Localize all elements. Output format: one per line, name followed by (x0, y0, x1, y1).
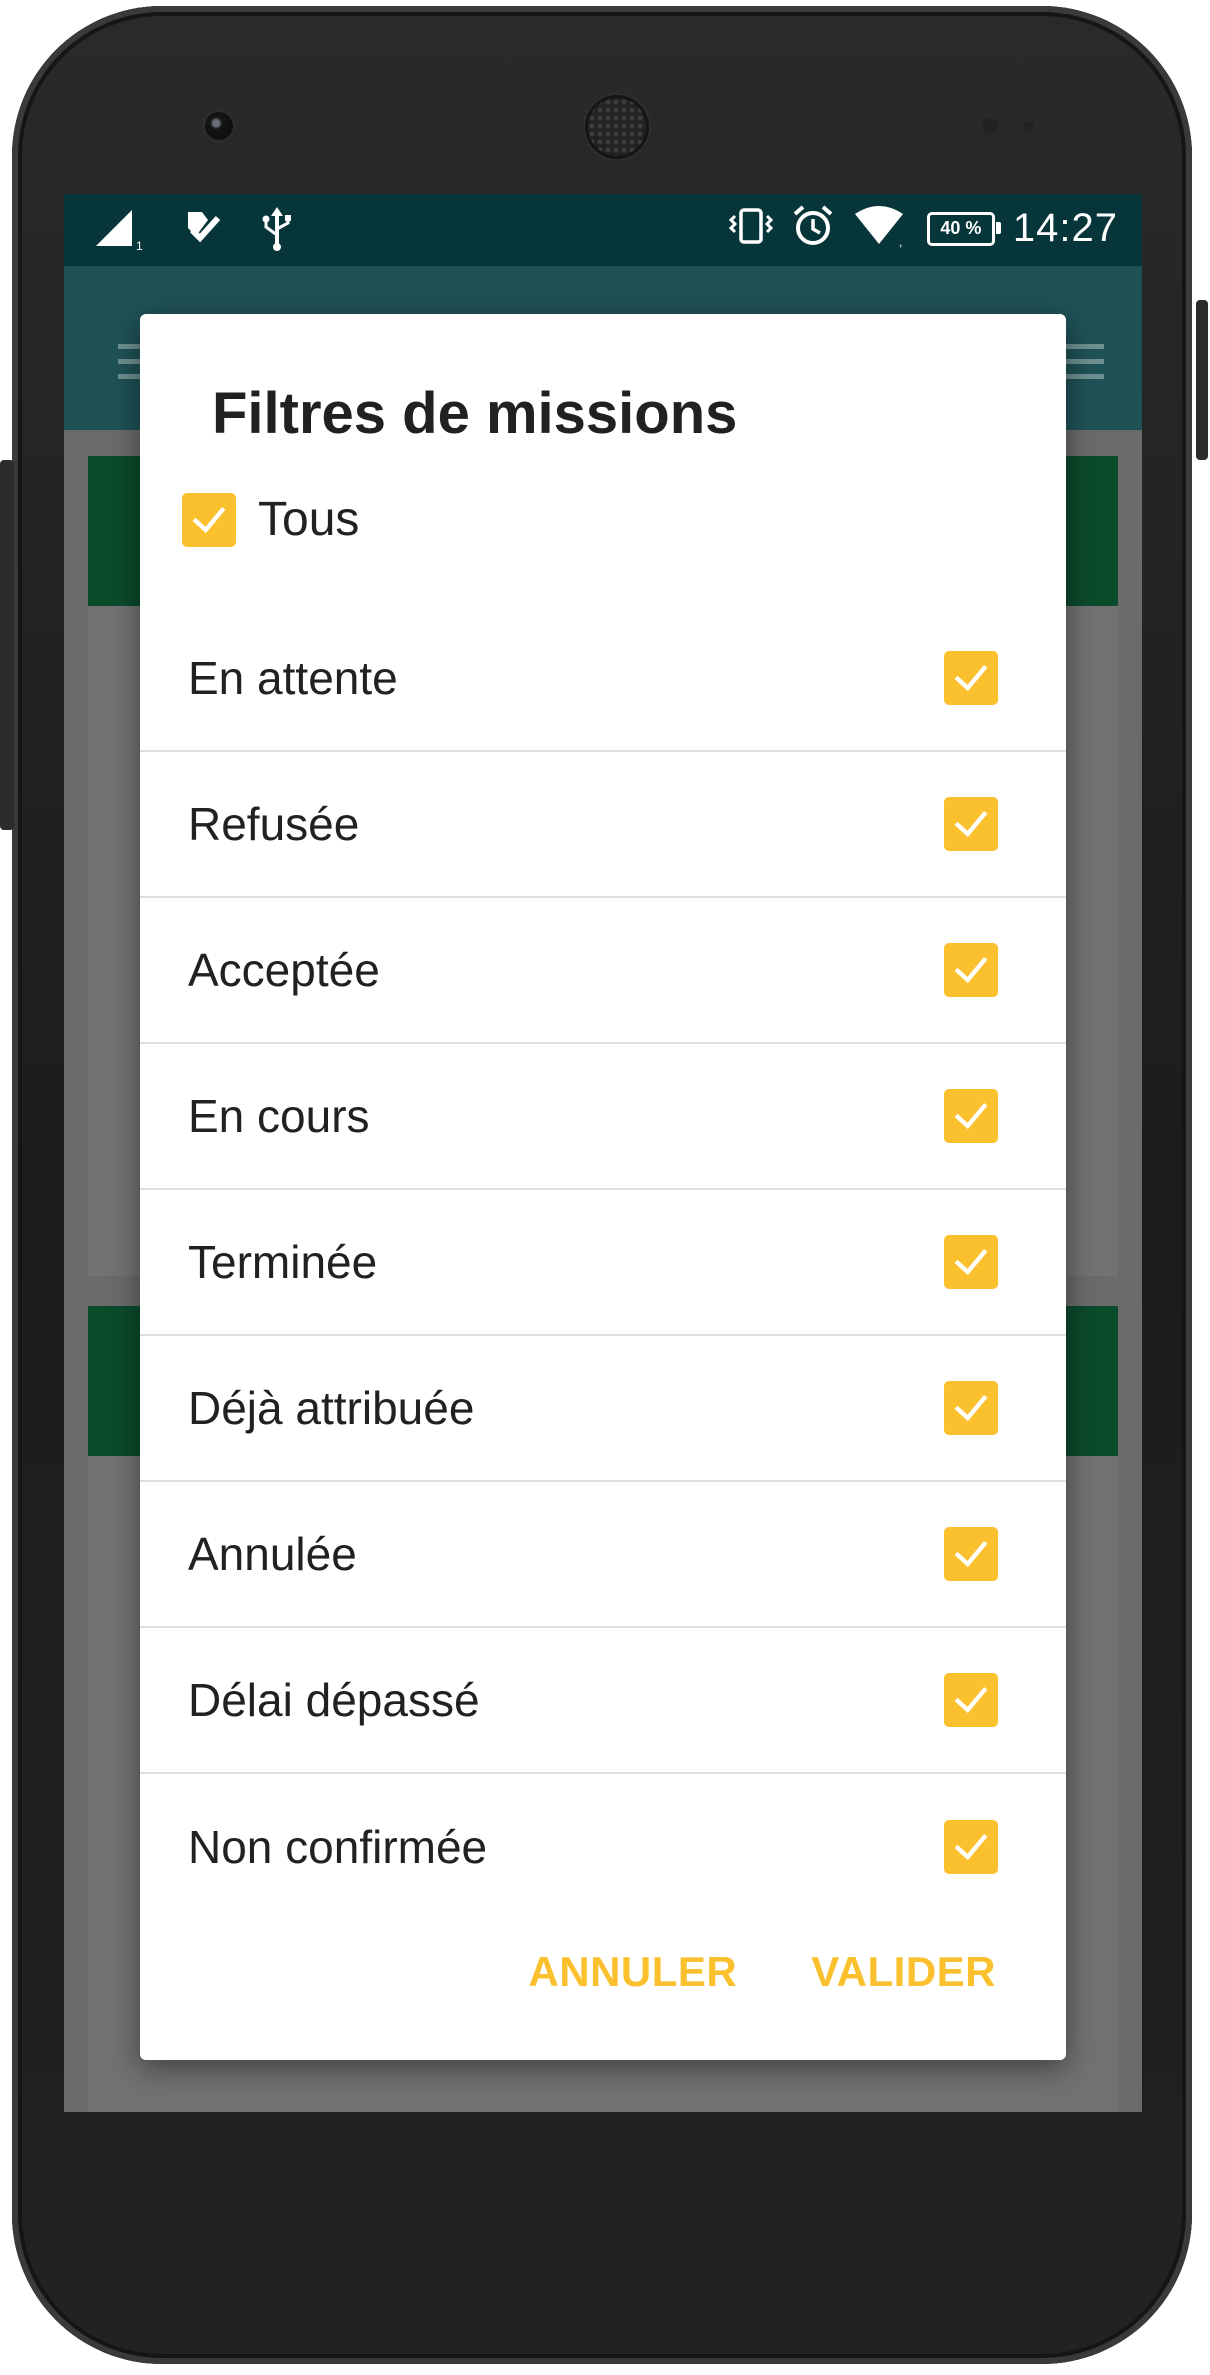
filter-checkbox[interactable] (944, 1527, 998, 1581)
status-bar: 1 , 40 % 14:27 (64, 194, 1142, 266)
checkmark-icon (954, 810, 988, 838)
filter-checkbox[interactable] (944, 943, 998, 997)
cancel-button[interactable]: ANNULER (528, 1948, 737, 1996)
light-sensor (1024, 121, 1034, 131)
checkmark-icon (954, 1686, 988, 1714)
filter-item-label: Délai dépassé (188, 1674, 480, 1726)
checkmark-icon (954, 1102, 988, 1130)
select-all-checkbox[interactable] (182, 492, 236, 547)
filter-checkbox[interactable] (944, 797, 998, 851)
filter-item-label: En cours (188, 1090, 370, 1142)
earpiece-speaker (588, 98, 646, 156)
proximity-sensor (982, 118, 998, 134)
checkmark-icon (954, 664, 988, 692)
filter-item[interactable]: Refusée (140, 752, 1066, 898)
filter-checkbox[interactable] (944, 1381, 998, 1435)
filter-item[interactable]: Annulée (140, 1482, 1066, 1628)
filter-item-label: Terminée (188, 1236, 378, 1288)
dialog-actions: ANNULER VALIDER (528, 1948, 996, 1996)
checkmark-icon (954, 1833, 988, 1861)
filter-item-label: Acceptée (188, 944, 380, 996)
checkmark-icon (954, 956, 988, 984)
filter-checkbox[interactable] (944, 1089, 998, 1143)
filter-checkbox[interactable] (944, 1235, 998, 1289)
filter-item[interactable]: Terminée (140, 1190, 1066, 1336)
filter-item[interactable]: En attente (140, 606, 1066, 752)
select-all-row[interactable]: Tous (182, 492, 359, 547)
filter-item-label: Déjà attribuée (188, 1382, 475, 1434)
svg-text:1: 1 (136, 239, 143, 252)
battery-percent: 40 % (940, 218, 982, 238)
checkmark-icon (954, 1540, 988, 1568)
filter-item[interactable]: Acceptée (140, 898, 1066, 1044)
front-camera (205, 112, 233, 140)
filter-checkbox[interactable] (944, 1673, 998, 1727)
filter-checkbox[interactable] (944, 651, 998, 705)
alarm-icon (791, 204, 835, 253)
dialog-title: Filtres de missions (212, 381, 738, 446)
filter-item[interactable]: Délai dépassé (140, 1628, 1066, 1774)
checkmark-icon (954, 1394, 988, 1422)
filter-item[interactable]: Déjà attribuée (140, 1336, 1066, 1482)
checkmark-icon (192, 506, 226, 533)
signal-icon: 1 (92, 206, 144, 257)
filter-item-label: Refusée (188, 798, 360, 850)
usb-icon (260, 207, 294, 256)
svg-text:,: , (899, 235, 902, 248)
vibrate-icon (728, 204, 774, 253)
filter-item-label: Non confirmée (188, 1821, 488, 1873)
mission-filter-dialog: Filtres de missions Tous En attente Refu… (140, 314, 1066, 2060)
filter-item-label: Annulée (188, 1528, 357, 1580)
validate-button[interactable]: VALIDER (811, 1948, 996, 1996)
volume-button (0, 460, 14, 830)
wifi-icon: , (853, 204, 909, 253)
power-button (1196, 300, 1208, 460)
battery-icon: 40 % (926, 211, 1001, 246)
filter-checkbox[interactable] (944, 1820, 998, 1874)
filter-icon (1064, 344, 1104, 389)
task-check-icon (182, 208, 222, 255)
filter-list: En attente Refusée Acceptée En cours Ter… (140, 606, 1066, 1920)
filter-item[interactable]: Non confirmée (140, 1774, 1066, 1920)
select-all-label: Tous (258, 493, 360, 546)
checkmark-icon (954, 1248, 988, 1276)
filter-item[interactable]: En cours (140, 1044, 1066, 1190)
status-clock: 14:27 (1012, 206, 1118, 250)
filter-item-label: En attente (188, 652, 398, 704)
